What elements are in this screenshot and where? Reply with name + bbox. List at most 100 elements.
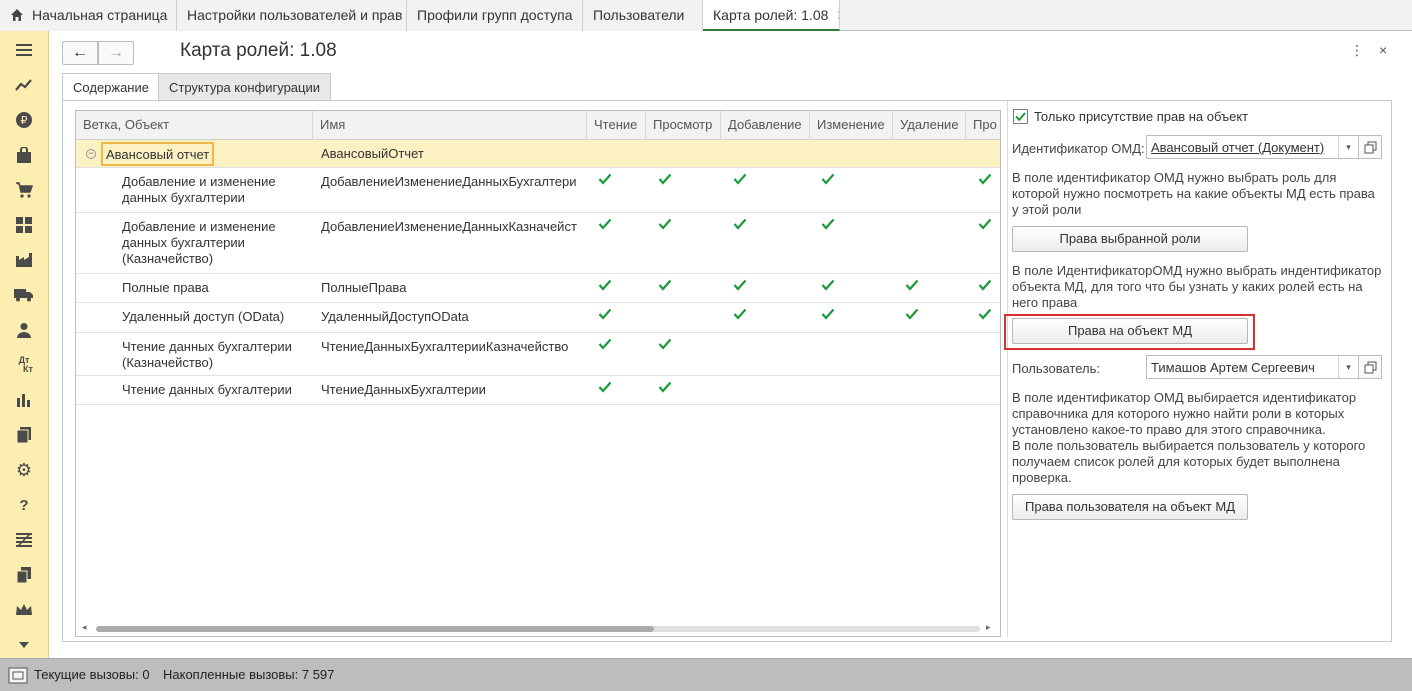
dropdown-icon[interactable]: ▾	[1338, 356, 1358, 378]
checkmark-icon	[598, 308, 612, 320]
dt-kt-icon[interactable]: Дт Кт	[12, 353, 36, 377]
arrow-left-icon: ←	[72, 44, 88, 61]
checkmark-icon	[821, 173, 835, 185]
grid-icon[interactable]	[12, 213, 36, 237]
question-icon[interactable]: ?	[12, 493, 36, 517]
column-header[interactable]: Ветка, Объект	[76, 111, 313, 140]
table-row[interactable]: Удаленный доступ (OData) УдаленныйДоступO…	[76, 303, 1000, 333]
list-icon[interactable]	[12, 528, 36, 552]
home-icon	[11, 9, 23, 21]
page-title: Карта ролей: 1.08	[180, 40, 337, 61]
bar-chart-icon[interactable]	[12, 388, 36, 412]
dropdown-icon[interactable]: ▾	[1338, 136, 1358, 158]
table-row[interactable]: Добавление и изменение данных бухгалтери…	[76, 213, 1000, 274]
column-header[interactable]: Изменение	[810, 111, 893, 140]
roles-table[interactable]: Ветка, Объект Имя Чтение Просмотр Добавл…	[75, 110, 1001, 637]
table-row[interactable]: Добавление и изменение данных бухгалтери…	[76, 168, 1000, 213]
bag-icon[interactable]	[12, 143, 36, 167]
tab-label: Пользователи	[593, 7, 685, 23]
close-icon[interactable]: ✕	[836, 0, 839, 29]
checkmark-icon	[978, 308, 992, 320]
column-header[interactable]: Удаление	[893, 111, 966, 140]
table-row[interactable]: Чтение данных бухгалтерии (Казначейство)…	[76, 333, 1000, 376]
table-row[interactable]: Полные права ПолныеПрава	[76, 274, 1000, 303]
documents-icon[interactable]	[12, 423, 36, 447]
column-header[interactable]: Имя	[313, 111, 587, 140]
person-icon[interactable]	[12, 318, 36, 342]
column-header[interactable]: Чтение	[587, 111, 646, 140]
cart-icon[interactable]	[12, 178, 36, 202]
scroll-left-icon[interactable]: ◂	[82, 622, 87, 633]
tab-role-map[interactable]: Карта ролей: 1.08 ✕	[703, 0, 840, 31]
ruble-icon[interactable]: ₽	[12, 108, 36, 132]
user-field[interactable]: Тимашов Артем Сергеевич ▾	[1146, 355, 1359, 379]
tab-user-settings[interactable]: Настройки пользователей и прав✕	[177, 0, 407, 31]
checkmark-icon	[978, 173, 992, 185]
tab-access-profiles[interactable]: Профили групп доступа✕	[407, 0, 583, 31]
branch-cell[interactable]: Авансовый отчет	[101, 142, 215, 166]
omd-label: Идентификатор ОМД:	[1012, 141, 1145, 156]
kt-label: Кт	[23, 364, 33, 374]
open-button[interactable]	[1358, 355, 1382, 379]
only-rights-label[interactable]: Только присутствие прав на объект	[1034, 109, 1248, 124]
table-row[interactable]: Чтение данных бухгалтерии ЧтениеДанныхБух…	[76, 376, 1000, 405]
menu-icon[interactable]	[12, 38, 36, 62]
crown-icon[interactable]	[12, 598, 36, 622]
scroll-right-icon[interactable]: ▸	[986, 622, 991, 633]
gear-icon[interactable]: ⚙	[12, 458, 36, 482]
checkmark-icon	[905, 279, 919, 291]
more-icon[interactable]: ⋮	[1350, 42, 1364, 59]
checkmark-icon	[733, 173, 747, 185]
close-icon[interactable]: ×	[1379, 42, 1387, 58]
copy-icon[interactable]	[12, 563, 36, 587]
name-cell: ЧтениеДанныхБухгалтерии	[321, 382, 486, 397]
checkmark-icon	[1015, 112, 1026, 122]
checkmark-icon	[905, 308, 919, 320]
forward-button[interactable]: →	[98, 41, 134, 65]
omd-value: Авансовый отчет (Документ)	[1151, 140, 1325, 155]
tab-users[interactable]: Пользователи	[583, 0, 703, 31]
table-row[interactable]: − Авансовый отчет АвансовыйОтчет	[76, 140, 1000, 168]
open-button[interactable]	[1358, 135, 1382, 159]
role-rights-button[interactable]: Права выбранной роли	[1012, 226, 1248, 252]
omd-field[interactable]: Авансовый отчет (Документ) ▾	[1146, 135, 1359, 159]
checkmark-icon	[598, 279, 612, 291]
name-cell: ДобавлениеИзменениеДанныхБухгалтери	[321, 174, 577, 189]
tab-config-structure[interactable]: Структура конфигурации	[158, 73, 332, 101]
only-rights-checkbox[interactable]	[1013, 109, 1028, 124]
object-rights-button[interactable]: Права на объект МД	[1012, 318, 1248, 344]
branch-cell: Полные права	[122, 280, 209, 295]
collapse-icon[interactable]: −	[86, 149, 96, 159]
branch-cell: Удаленный доступ (OData)	[122, 309, 285, 324]
question-label: ?	[19, 496, 29, 514]
scroll-thumb[interactable]	[96, 626, 654, 632]
checkmark-icon	[658, 381, 672, 393]
checkmark-icon	[658, 279, 672, 291]
column-header[interactable]: Просмотр	[646, 111, 721, 140]
tab-home[interactable]: Начальная страница	[0, 0, 177, 31]
horizontal-scrollbar[interactable]: ◂ ▸	[76, 620, 1000, 636]
tab-content[interactable]: Содержание	[62, 73, 160, 102]
checkmark-icon	[821, 218, 835, 230]
arrow-right-icon: →	[108, 44, 124, 61]
truck-icon[interactable]	[12, 283, 36, 307]
accumulated-calls: Накопленные вызовы: 7 597	[163, 667, 335, 682]
checkmark-icon	[978, 218, 992, 230]
column-header[interactable]: Про	[966, 111, 1000, 140]
checkmark-icon	[598, 173, 612, 185]
column-header[interactable]: Добавление	[721, 111, 810, 140]
chevron-down-icon[interactable]	[12, 633, 36, 657]
factory-icon[interactable]	[12, 248, 36, 272]
back-button[interactable]: ←	[62, 41, 98, 65]
current-calls: Текущие вызовы: 0	[34, 667, 150, 682]
chart-line-icon[interactable]	[12, 73, 36, 97]
user-object-rights-button[interactable]: Права пользователя на объект МД	[1012, 494, 1248, 520]
tab-label: Карта ролей: 1.08	[713, 7, 829, 23]
tab-label: Профили групп доступа	[417, 7, 573, 23]
open-icon	[1364, 361, 1377, 374]
name-cell: ДобавлениеИзменениеДанныхКазначейст	[321, 219, 577, 234]
monitor-icon[interactable]	[8, 667, 28, 684]
branch-cell: Чтение данных бухгалтерии	[122, 382, 292, 397]
name-cell: АвансовыйОтчет	[321, 146, 424, 161]
help-text-user: В поле идентификатор ОМД выбирается иден…	[1012, 390, 1366, 485]
